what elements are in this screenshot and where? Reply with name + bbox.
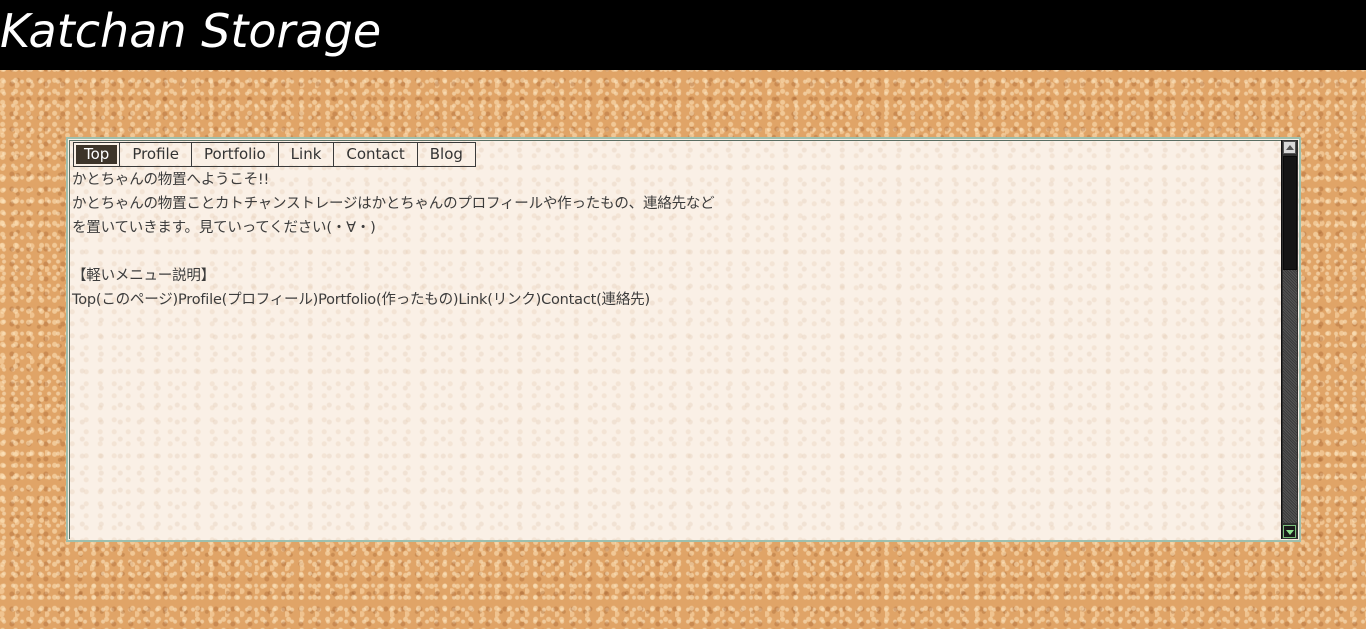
tab-portfolio[interactable]: Portfolio — [190, 142, 279, 167]
menu-heading: 【軽いメニュー説明】 — [72, 268, 215, 284]
scroll-down-button[interactable] — [1283, 525, 1296, 538]
nav-tabs: Top Profile Portfolio Link Contact Blog — [73, 142, 476, 167]
triangle-down-icon — [1286, 530, 1294, 535]
tab-link[interactable]: Link — [277, 142, 335, 167]
tab-blog[interactable]: Blog — [416, 142, 476, 167]
vertical-scrollbar[interactable] — [1281, 140, 1298, 539]
welcome-content: かとちゃんの物置へようこそ!! かとちゃんの物置ことカトチャンストレージはかとち… — [72, 168, 1272, 312]
tab-contact[interactable]: Contact — [333, 142, 418, 167]
triangle-up-icon — [1286, 145, 1294, 150]
site-title: Katchan Storage — [0, 4, 382, 58]
tab-top[interactable]: Top — [73, 142, 121, 167]
scroll-thumb[interactable] — [1283, 156, 1297, 270]
content-panel-inner: Top Profile Portfolio Link Contact Blog … — [69, 140, 1283, 539]
tab-profile[interactable]: Profile — [119, 142, 192, 167]
site-header: Katchan Storage — [0, 0, 1366, 70]
content-panel: Top Profile Portfolio Link Contact Blog … — [66, 137, 1301, 542]
menu-description: Top(このページ)Profile(プロフィール)Portfolio(作ったもの… — [72, 292, 650, 308]
welcome-line: かとちゃんの物置へようこそ!! — [72, 172, 270, 188]
scroll-up-button[interactable] — [1283, 141, 1296, 154]
intro-line: かとちゃんの物置ことカトチャンストレージはかとちゃんのプロフィールや作ったもの、… — [72, 196, 715, 212]
intro-line-continued: を置いていきます。見ていってください(・∀・) — [72, 220, 376, 236]
